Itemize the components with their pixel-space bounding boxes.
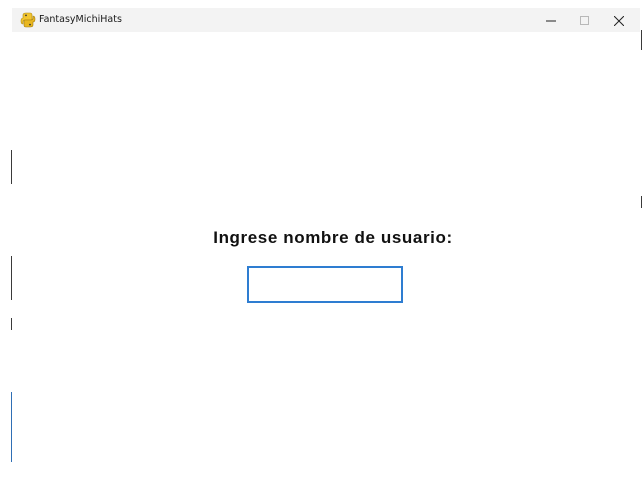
desktop-edge-mark [641,30,642,50]
desktop-background-left [0,0,12,492]
login-panel: Ingrese nombre de usuario: [12,32,640,492]
minimize-icon [546,11,556,30]
close-button[interactable] [602,8,636,32]
maximize-button[interactable] [568,8,602,32]
username-input[interactable] [247,266,403,303]
title-bar[interactable]: FantasyMichiHats [12,8,640,32]
python-snake-icon [20,12,36,28]
screen: FantasyMichiHats Ingrese nombre de usuar… [0,0,643,492]
desktop-edge-mark [641,196,642,208]
close-icon [613,11,625,30]
maximize-icon [580,11,590,30]
window-title: FantasyMichiHats [39,14,122,25]
app-window: FantasyMichiHats Ingrese nombre de usuar… [12,8,640,492]
minimize-button[interactable] [534,8,568,32]
username-prompt-label: Ingrese nombre de usuario: [213,228,453,247]
